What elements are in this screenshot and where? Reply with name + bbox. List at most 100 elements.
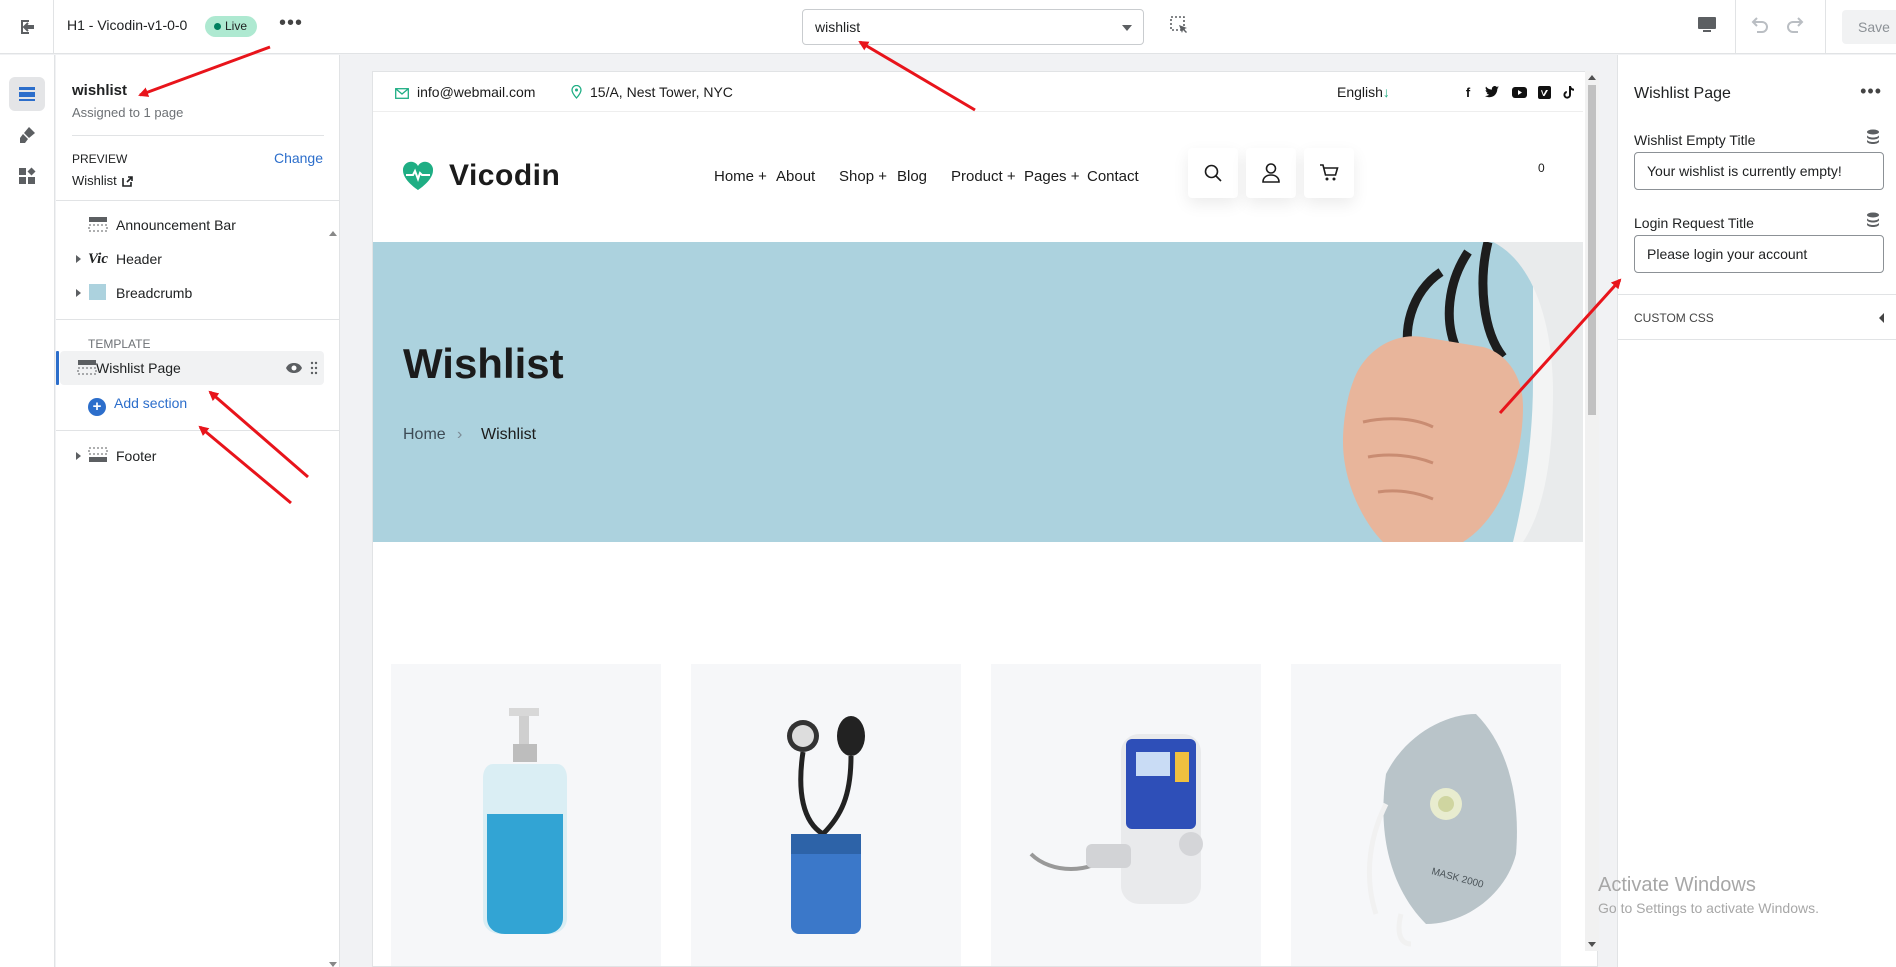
scroll-down-icon[interactable] <box>1588 942 1596 947</box>
paintbrush-icon <box>20 127 35 143</box>
page-select[interactable]: wishlist <box>802 9 1144 45</box>
contact-email[interactable]: info@webmail.com <box>395 84 535 100</box>
section-footer[interactable]: Footer <box>56 439 324 473</box>
store-logo-text[interactable]: Vicodin <box>449 159 560 193</box>
nav-home[interactable]: Home + <box>714 168 767 185</box>
cart-count-badge: 0 <box>1538 161 1545 175</box>
dynamic-source-icon[interactable] <box>1866 212 1880 228</box>
nav-product[interactable]: Product + <box>951 168 1016 185</box>
more-actions-button[interactable]: ••• <box>276 13 306 40</box>
more-actions-button[interactable]: ••• <box>1860 81 1882 102</box>
plus-circle-icon: + <box>88 398 106 416</box>
section-wishlist-page[interactable]: Wishlist Page <box>56 351 324 385</box>
nav-contact[interactable]: Contact <box>1087 168 1139 185</box>
language-text: English <box>1337 84 1383 100</box>
facebook-icon[interactable]: f <box>1459 83 1477 101</box>
login-request-title-input[interactable] <box>1634 235 1884 273</box>
preview-label: PREVIEW <box>72 152 128 166</box>
preview-page[interactable]: Wishlist <box>72 173 133 188</box>
email-text: info@webmail.com <box>417 84 536 100</box>
section-layout-icon <box>77 360 97 375</box>
breadcrumb-home-link[interactable]: Home <box>403 426 446 444</box>
add-section-button[interactable]: + Add section <box>88 395 187 416</box>
vimeo-icon[interactable] <box>1535 83 1553 101</box>
save-button[interactable]: Save <box>1842 10 1896 44</box>
custom-css-toggle[interactable]: CUSTOM CSS <box>1634 311 1714 325</box>
sections-tab[interactable] <box>9 77 45 111</box>
section-layout-icon <box>88 447 108 462</box>
drag-handle-icon[interactable] <box>310 361 318 375</box>
top-bar: H1 - Vicodin-v1-0-0 Live ••• wishlist Sa… <box>0 0 1896 54</box>
divider <box>56 319 340 320</box>
product-card-blood-pressure[interactable] <box>691 664 961 966</box>
scroll-down-icon[interactable] <box>329 962 337 967</box>
dynamic-source-icon[interactable] <box>1866 129 1880 145</box>
chevron-right-icon[interactable] <box>76 452 81 460</box>
exit-icon <box>20 20 34 34</box>
wishlist-empty-title-input[interactable] <box>1634 152 1884 190</box>
section-breadcrumb[interactable]: Breadcrumb <box>56 276 324 310</box>
divider <box>72 135 324 136</box>
device-preview-button[interactable] <box>1696 14 1722 40</box>
breadcrumb-separator: › <box>457 426 463 443</box>
divider <box>56 430 340 431</box>
product-card-sanitizer[interactable] <box>391 664 661 966</box>
product-card-face-mask[interactable]: MASK 2000 <box>1291 664 1561 966</box>
section-label: Wishlist Page <box>96 360 181 376</box>
divider <box>56 200 340 201</box>
divider <box>1825 0 1826 54</box>
section-label: Footer <box>116 448 157 464</box>
scroll-up-icon[interactable] <box>1588 75 1596 80</box>
app-embeds-tab[interactable] <box>9 159 45 193</box>
preview-page-name: Wishlist <box>72 173 117 188</box>
mail-icon <box>395 88 409 99</box>
field-label: Login Request Title <box>1634 215 1754 231</box>
section-announcement-bar[interactable]: Announcement Bar <box>56 208 324 242</box>
nav-about[interactable]: About <box>776 168 815 185</box>
language-selector[interactable]: English↓ <box>1337 84 1390 100</box>
cart-button[interactable] <box>1304 148 1354 198</box>
change-preview-link[interactable]: Change <box>274 150 323 166</box>
undo-button[interactable] <box>1748 14 1774 40</box>
chevron-right-icon[interactable] <box>76 255 81 263</box>
exit-button[interactable] <box>0 0 54 54</box>
tiktok-icon[interactable] <box>1559 83 1577 101</box>
redo-button[interactable] <box>1785 14 1811 40</box>
template-group-label: TEMPLATE <box>88 337 151 351</box>
page-title: Wishlist <box>403 340 564 387</box>
preview-scrollbar[interactable] <box>1585 71 1599 951</box>
announcement-bar: info@webmail.com 15/A, Nest Tower, NYC E… <box>373 72 1583 112</box>
header-logo-icon: Vic <box>88 251 108 266</box>
search-button[interactable] <box>1188 148 1238 198</box>
icon-rail <box>0 55 55 967</box>
nav-shop[interactable]: Shop + <box>839 168 887 185</box>
inspector-button[interactable] <box>1168 14 1194 40</box>
eye-icon[interactable] <box>285 362 303 374</box>
nav-pages[interactable]: Pages + <box>1024 168 1079 185</box>
windows-activation-title: Activate Windows <box>1598 874 1756 896</box>
search-icon <box>1204 164 1222 182</box>
user-icon <box>1262 163 1280 183</box>
hand-sanitizer-image <box>483 708 567 934</box>
undo-icon <box>1751 17 1768 33</box>
section-header[interactable]: Vic Header <box>56 242 324 276</box>
youtube-icon[interactable] <box>1510 83 1528 101</box>
heart-pulse-logo-icon[interactable] <box>401 156 435 196</box>
section-label: Announcement Bar <box>116 217 236 233</box>
svg-text:Vic: Vic <box>88 251 108 266</box>
scrollbar-thumb[interactable] <box>1588 85 1596 415</box>
account-button[interactable] <box>1246 148 1296 198</box>
product-card-medical-device[interactable] <box>991 664 1261 966</box>
scroll-up-icon[interactable] <box>329 231 337 236</box>
external-link-icon <box>121 176 133 187</box>
chevron-right-icon[interactable] <box>76 289 81 297</box>
breadcrumb-banner: Wishlist Home › Wishlist <box>373 242 1583 542</box>
nav-blog[interactable]: Blog <box>897 168 927 185</box>
apps-icon <box>19 167 36 184</box>
sidebar-scrollbar[interactable] <box>325 231 339 967</box>
page-select-value: wishlist <box>815 19 861 35</box>
status-badge: Live <box>205 16 258 37</box>
theme-settings-tab[interactable] <box>9 118 45 152</box>
chevron-left-icon[interactable] <box>1879 313 1884 323</box>
twitter-icon[interactable] <box>1483 83 1501 101</box>
